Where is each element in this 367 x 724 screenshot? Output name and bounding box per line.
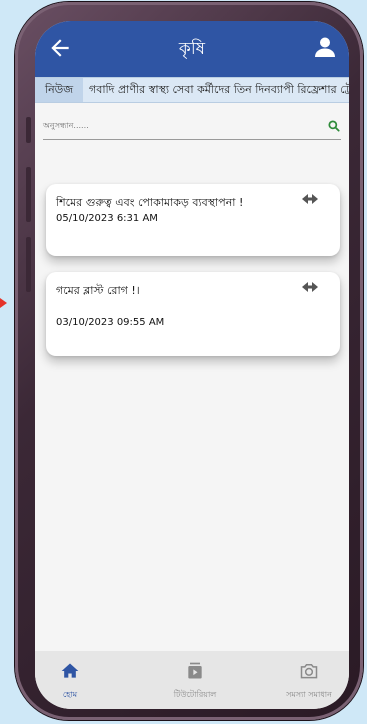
nav-tutorial-label: টিউটোরিয়াল bbox=[173, 690, 217, 699]
page-title: কৃষি bbox=[178, 39, 206, 59]
nav-home[interactable]: হোম bbox=[35, 651, 105, 709]
home-icon bbox=[61, 663, 79, 678]
nav-tutorial[interactable]: টিউটোরিয়াল bbox=[150, 651, 240, 709]
phone-side-button bbox=[26, 237, 31, 292]
post-card[interactable]: শিমের গুরুত্ব এবং পোকামাকড় ব্যবস্থাপনা … bbox=[46, 184, 340, 256]
news-badge: নিউজ bbox=[35, 78, 83, 102]
news-ticker-text[interactable]: গবাদি প্রাণীর স্বাস্থ্য সেবা কর্মীদের তি… bbox=[89, 78, 349, 102]
app-screen: কৃষি নিউজ গবাদি প্রাণীর স্বাস্থ্য সেবা ক… bbox=[35, 21, 349, 709]
post-card[interactable]: গমের ব্লাস্ট রোগ !। 03/10/2023 09:55 AM bbox=[46, 272, 340, 356]
news-ticker-bar: নিউজ গবাদি প্রাণীর স্বাস্থ্য সেবা কর্মীদ… bbox=[35, 77, 349, 103]
post-title: শিমের গুরুত্ব এবং পোকামাকড় ব্যবস্থাপনা … bbox=[56, 196, 244, 209]
phone-side-button bbox=[26, 117, 31, 143]
search-input[interactable]: অনুসন্ধান...... bbox=[43, 120, 89, 133]
nav-solution[interactable]: সমস্যা সমাধান bbox=[269, 651, 349, 709]
search-icon[interactable] bbox=[327, 119, 341, 133]
nav-home-label: হোম bbox=[62, 690, 78, 699]
user-icon[interactable] bbox=[313, 35, 337, 59]
post-date: 03/10/2023 09:55 AM bbox=[56, 317, 165, 328]
share-icon[interactable] bbox=[302, 282, 318, 292]
search-field[interactable]: অনুসন্ধান...... bbox=[43, 117, 341, 140]
nav-solution-label: সমস্যা সমাধান bbox=[286, 690, 332, 699]
app-bar: কৃষি bbox=[35, 21, 349, 77]
share-icon[interactable] bbox=[302, 194, 318, 204]
edge-arrow-marker bbox=[0, 298, 7, 308]
camera-icon bbox=[300, 664, 318, 679]
post-title: গমের ব্লাস্ট রোগ !। bbox=[56, 284, 140, 297]
post-date: 05/10/2023 6:31 AM bbox=[56, 213, 158, 224]
phone-side-button bbox=[26, 167, 31, 222]
tutorial-icon bbox=[188, 662, 202, 679]
bottom-navigation: হোম টিউটোরিয়াল সমস্যা সমাধান bbox=[35, 651, 349, 709]
